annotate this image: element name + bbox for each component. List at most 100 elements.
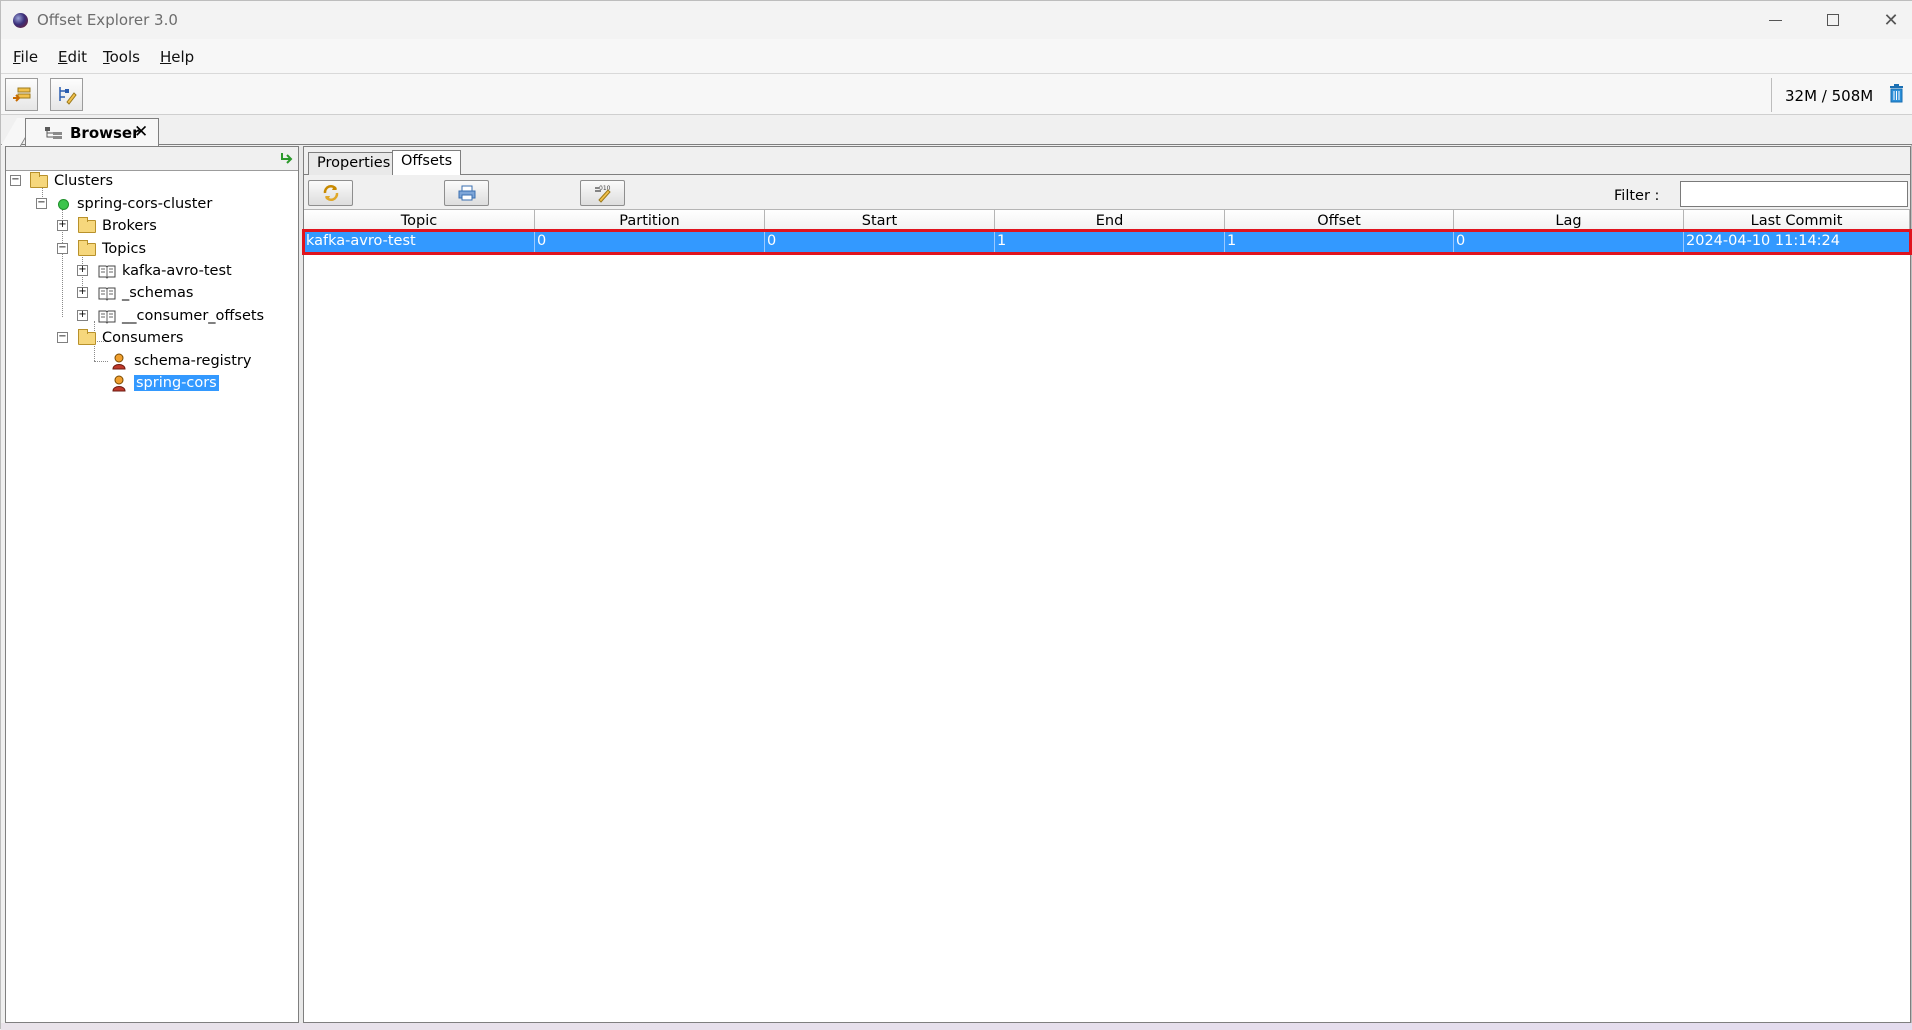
toolbar: 32M / 508M [1,73,1912,115]
filter-label: Filter : [1614,188,1660,204]
add-connection-button[interactable] [5,78,38,111]
tree-node-topic[interactable]: kafka-avro-test [98,261,232,281]
tree-node-topic[interactable]: __consumer_offsets [98,306,264,326]
browser-tree-panel: − Clusters − spring-cors-cluster + Broke… [5,146,299,1023]
view-tab-strip: Browser ✕ [0,115,1912,146]
menu-help-label: elp [171,48,195,66]
cluster-tree: − Clusters − spring-cors-cluster + Broke… [6,171,298,1021]
column-header-topic[interactable]: Topic [304,210,535,232]
tree-node-consumer[interactable]: schema-registry [112,351,251,371]
column-header-lag[interactable]: Lag [1454,210,1684,232]
menu-edit[interactable]: Edit [58,48,87,66]
tree-node-consumer-selected[interactable]: spring-cors [112,373,219,393]
tree-node-topic[interactable]: _schemas [98,283,193,303]
cell-lag: 0 [1454,231,1684,253]
collapse-cluster-toggle[interactable]: − [36,198,47,209]
cell-partition: 0 [535,231,765,253]
folder-icon [78,216,96,233]
maximize-button[interactable] [1804,1,1862,39]
tree-connector [94,361,108,362]
topic-book-icon [98,265,116,279]
title-bar[interactable]: Offset Explorer 3.0 ✕ [1,1,1912,39]
print-icon [458,185,475,201]
expand-topic-toggle[interactable]: + [77,265,88,276]
folder-open-icon [78,328,96,345]
refresh-button[interactable] [308,180,353,206]
tree-node-topics[interactable]: Topics [78,239,146,259]
consumer-person-icon [112,353,126,369]
offsets-action-bar: 010 Filter : [304,175,1910,209]
column-header-offset[interactable]: Offset [1225,210,1454,232]
table-row[interactable]: kafka-avro-test 0 0 1 1 0 2024-04-10 11:… [304,231,1910,253]
add-connection-icon [12,87,30,102]
details-tab-strip: Properties Offsets [304,147,1910,176]
menu-edit-label: dit [67,48,88,66]
column-header-end[interactable]: End [995,210,1225,232]
tree-edit-icon [58,86,77,105]
edit-connection-button[interactable] [50,78,83,111]
tree-node-brokers[interactable]: Brokers [78,216,157,236]
tree-node-cluster[interactable]: spring-cors-cluster [58,194,212,214]
minimize-icon [1768,19,1782,21]
topic-book-icon [98,310,116,324]
browser-tree-icon [45,126,62,139]
refresh-icon [323,185,338,201]
tab-close-icon[interactable]: ✕ [134,122,148,142]
cell-end: 1 [995,231,1225,253]
expand-brokers-toggle[interactable]: + [57,220,68,231]
menu-tools[interactable]: Tools [103,48,140,66]
expand-topic-toggle[interactable]: + [77,310,88,321]
folder-open-icon [78,239,96,256]
menu-tools-label: ools [109,48,140,66]
folder-open-icon [30,171,48,188]
tree-panel-header [6,147,298,171]
collapse-consumers-toggle[interactable]: − [57,332,68,343]
tab-properties[interactable]: Properties [308,152,400,175]
tree-label-consumer: schema-registry [134,353,252,369]
cell-topic: kafka-avro-test [304,231,535,253]
topic-book-icon [98,287,116,301]
edit-offsets-icon: 010 [594,185,611,203]
trash-icon[interactable] [1889,84,1904,103]
menu-tools-accel: T [103,48,110,66]
toolbar-separator [1771,78,1772,112]
column-header-last-commit[interactable]: Last Commit [1684,210,1910,232]
tree-label-topics: Topics [102,241,147,257]
tab-offsets[interactable]: Offsets [392,150,462,176]
collapse-clusters-toggle[interactable]: − [10,175,21,186]
tree-label-brokers: Brokers [102,218,157,234]
edit-offsets-button[interactable]: 010 [580,180,625,206]
expand-all-icon[interactable] [279,151,294,166]
maximize-icon [1827,14,1839,26]
tree-label-consumer-selected: spring-cors [134,375,219,391]
close-icon: ✕ [1883,9,1899,31]
collapse-topics-toggle[interactable]: − [57,243,68,254]
column-header-partition[interactable]: Partition [535,210,765,232]
print-button[interactable] [444,180,489,206]
tree-node-clusters[interactable]: Clusters [30,171,113,191]
cell-start: 0 [765,231,995,253]
column-header-start[interactable]: Start [765,210,995,232]
close-window-button[interactable]: ✕ [1862,1,1912,39]
menu-help-accel: H [160,48,172,66]
filter-input[interactable] [1680,181,1908,207]
menu-help[interactable]: Help [160,48,194,66]
minimize-button[interactable] [1746,1,1804,39]
app-window: Offset Explorer 3.0 ✕ File Edit Tools He… [0,0,1912,1030]
menu-file[interactable]: File [13,48,38,66]
cell-offset: 1 [1225,231,1454,253]
details-panel: Properties Offsets 010 Filter: Topic Pa… [302,146,1912,1023]
menu-file-label: ile [20,48,39,66]
cell-last-commit: 2024-04-10 11:14:24 [1686,233,1840,249]
menu-file-accel: F [13,48,21,66]
tree-label-clusters: Clusters [54,173,114,189]
connected-status-icon [58,198,69,210]
menu-bar: File Edit Tools Help [1,39,1912,73]
tab-browser-label: Browser [70,123,140,142]
memory-usage: 32M / 508M [1785,87,1874,105]
tab-browser[interactable]: Browser ✕ [25,118,159,146]
window-title: Offset Explorer 3.0 [37,11,178,29]
expand-topic-toggle[interactable]: + [77,287,88,298]
tree-node-consumers[interactable]: Consumers [78,328,184,348]
table-header: Topic Partition Start End Offset Lag Las… [304,209,1910,232]
